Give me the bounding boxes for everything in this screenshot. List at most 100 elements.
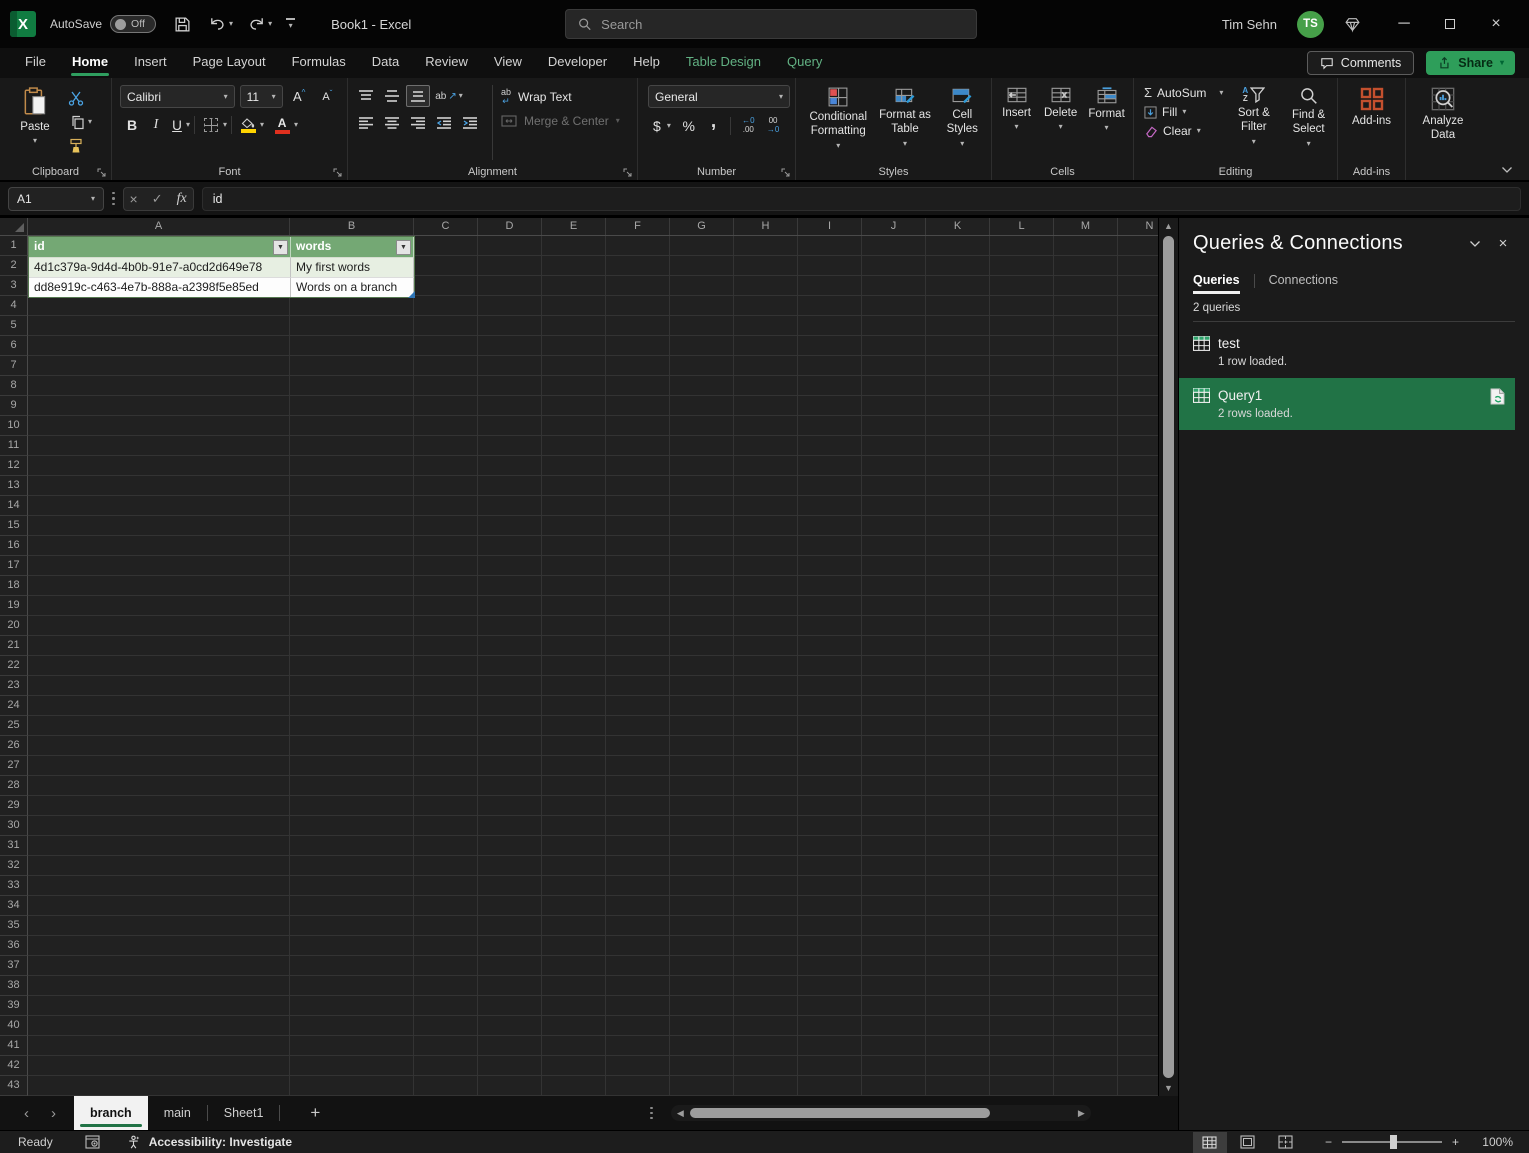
accessibility-status[interactable]: Accessibility: Investigate xyxy=(126,1135,292,1150)
filter-button[interactable]: ▼ xyxy=(273,239,288,255)
column-header[interactable]: G xyxy=(670,218,734,235)
horizontal-scrollbar[interactable]: ◀ ▶ xyxy=(670,1105,1091,1121)
font-name-select[interactable]: Calibri ▾ xyxy=(120,85,235,108)
merge-center-button[interactable]: Merge & Center ▾ xyxy=(501,114,620,128)
clipboard-dialog-launcher[interactable] xyxy=(97,168,106,177)
conditional-formatting-button[interactable]: Conditional Formatting ▾ xyxy=(804,83,872,162)
format-painter-button[interactable] xyxy=(64,135,88,157)
minimize-button[interactable]: ─ xyxy=(1381,0,1427,48)
row-header[interactable]: 40 xyxy=(0,1016,28,1036)
macro-record-button[interactable] xyxy=(85,1135,100,1149)
horizontal-scroll-thumb[interactable] xyxy=(689,1108,990,1118)
insert-function-button[interactable]: fx xyxy=(177,191,187,207)
cells-area[interactable]: id ▼ words ▼ 4d1c379a-9d4d-4b0b-91e7-a0c… xyxy=(28,236,1158,1096)
tab-home[interactable]: Home xyxy=(59,48,121,78)
select-all-corner[interactable] xyxy=(0,218,28,236)
autosum-button[interactable]: Σ AutoSum ▾ xyxy=(1144,85,1223,100)
row-header[interactable]: 6 xyxy=(0,336,28,356)
alignment-dialog-launcher[interactable] xyxy=(623,168,632,177)
cell-b2[interactable]: My first words xyxy=(291,257,414,277)
scroll-left-icon[interactable]: ◀ xyxy=(671,1108,690,1119)
increase-decimal-button[interactable]: ←0.00 xyxy=(736,115,760,137)
search-box[interactable] xyxy=(565,9,977,39)
cell-a3[interactable]: dd8e919c-c463-4e7b-888a-a2398f5e85ed xyxy=(29,277,291,297)
table-resize-handle[interactable] xyxy=(408,291,415,298)
tab-help[interactable]: Help xyxy=(620,48,673,78)
cell-a2[interactable]: 4d1c379a-9d4d-4b0b-91e7-a0cd2d649e78 xyxy=(29,257,291,277)
row-header[interactable]: 41 xyxy=(0,1036,28,1056)
query-item-test[interactable]: test 1 row loaded. xyxy=(1179,326,1515,378)
avatar[interactable]: TS xyxy=(1297,10,1324,38)
row-header[interactable]: 3 xyxy=(0,276,28,296)
undo-caret-icon[interactable]: ▾ xyxy=(229,20,233,28)
orientation-button[interactable]: ab ↗ ▾ xyxy=(432,85,466,107)
row-header[interactable]: 38 xyxy=(0,976,28,996)
currency-caret-icon[interactable]: ▾ xyxy=(667,122,671,130)
bottom-align-button[interactable] xyxy=(406,85,430,107)
row-header[interactable]: 9 xyxy=(0,396,28,416)
page-layout-view-button[interactable] xyxy=(1231,1132,1265,1153)
font-dialog-launcher[interactable] xyxy=(333,168,342,177)
column-header[interactable]: L xyxy=(990,218,1054,235)
cut-button[interactable] xyxy=(64,87,88,109)
clear-button[interactable]: Clear ▾ xyxy=(1144,124,1223,138)
delete-cells-button[interactable]: Delete ▾ xyxy=(1039,83,1082,162)
customize-quick-access-button[interactable]: ▾ xyxy=(286,18,296,30)
currency-button[interactable]: $ xyxy=(648,115,666,137)
tab-page-layout[interactable]: Page Layout xyxy=(180,48,279,78)
cancel-entry-button[interactable]: × xyxy=(130,191,138,207)
close-button[interactable]: × xyxy=(1473,0,1519,48)
confirm-entry-button[interactable]: ✓ xyxy=(152,191,163,207)
panel-options-button[interactable] xyxy=(1461,240,1489,248)
row-header[interactable]: 13 xyxy=(0,476,28,496)
normal-view-button[interactable] xyxy=(1192,1131,1227,1153)
redo-caret-icon[interactable]: ▾ xyxy=(268,20,272,28)
sort-filter-button[interactable]: AZ Sort & Filter ▾ xyxy=(1229,83,1278,162)
panel-tab-queries[interactable]: Queries xyxy=(1193,273,1240,294)
row-header[interactable]: 17 xyxy=(0,556,28,576)
align-right-button[interactable] xyxy=(406,112,430,134)
wrap-text-button[interactable]: ab ↵ Wrap Text xyxy=(501,88,620,106)
increase-font-button[interactable]: A ^ xyxy=(288,86,311,108)
column-header[interactable]: F xyxy=(606,218,670,235)
column-header[interactable]: I xyxy=(798,218,862,235)
paste-button[interactable]: Paste ▾ xyxy=(12,83,58,162)
underline-button[interactable]: U xyxy=(168,114,186,136)
paste-caret-icon[interactable]: ▾ xyxy=(33,137,37,145)
analyze-data-button[interactable]: Analyze Data xyxy=(1412,83,1474,162)
increase-indent-button[interactable] xyxy=(458,112,482,134)
tab-file[interactable]: File xyxy=(12,48,59,78)
insert-cells-button[interactable]: Insert ▾ xyxy=(996,83,1037,162)
row-header[interactable]: 4 xyxy=(0,296,28,316)
search-input[interactable] xyxy=(601,16,964,32)
name-box[interactable]: A1 ▾ xyxy=(8,186,104,211)
middle-align-button[interactable] xyxy=(380,85,404,107)
row-header[interactable]: 33 xyxy=(0,876,28,896)
row-header[interactable]: 24 xyxy=(0,696,28,716)
redo-button[interactable]: ▾ xyxy=(247,16,272,32)
sheet-tab-sheet1[interactable]: Sheet1 xyxy=(208,1096,280,1130)
column-header[interactable]: C xyxy=(414,218,478,235)
row-header[interactable]: 35 xyxy=(0,916,28,936)
row-header[interactable]: 5 xyxy=(0,316,28,336)
save-button[interactable] xyxy=(170,13,194,35)
decrease-font-button[interactable]: Aˇ xyxy=(316,86,339,108)
zoom-in-button[interactable]: + xyxy=(1452,1135,1459,1149)
font-size-select[interactable]: 11 ▾ xyxy=(239,85,283,108)
top-align-button[interactable] xyxy=(354,85,378,107)
autosave-control[interactable]: AutoSave Off xyxy=(50,15,157,33)
column-header[interactable]: N xyxy=(1118,218,1158,235)
font-color-button[interactable]: A xyxy=(270,114,294,136)
row-header[interactable]: 19 xyxy=(0,596,28,616)
tab-insert[interactable]: Insert xyxy=(121,48,180,78)
copy-caret-icon[interactable]: ▾ xyxy=(88,118,92,126)
row-header[interactable]: 27 xyxy=(0,756,28,776)
row-header[interactable]: 8 xyxy=(0,376,28,396)
row-header[interactable]: 43 xyxy=(0,1076,28,1096)
zoom-slider[interactable] xyxy=(1341,1135,1442,1149)
undo-button[interactable]: ▾ xyxy=(208,16,233,32)
row-header[interactable]: 26 xyxy=(0,736,28,756)
row-header[interactable]: 29 xyxy=(0,796,28,816)
find-select-button[interactable]: Find & Select ▾ xyxy=(1284,83,1333,162)
formula-input[interactable]: id xyxy=(201,186,1521,211)
